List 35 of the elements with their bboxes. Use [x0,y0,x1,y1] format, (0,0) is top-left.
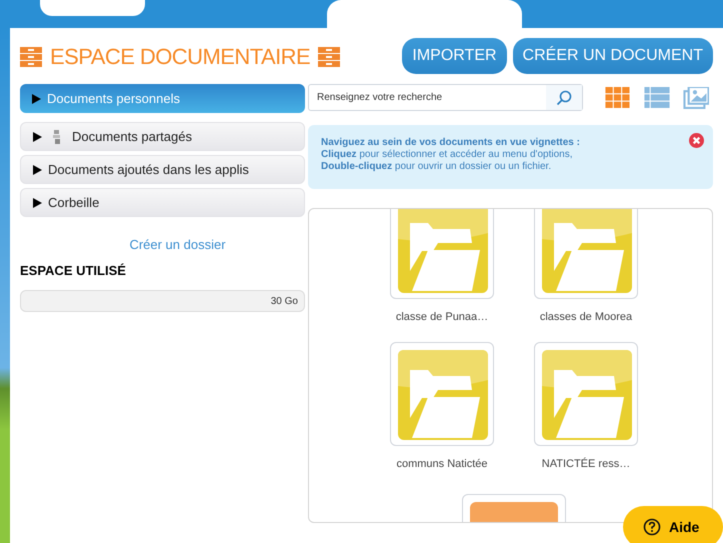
folder-thumbnail[interactable] [534,342,638,446]
folder-icon [542,350,632,440]
close-icon[interactable] [689,133,704,148]
help-button[interactable]: Aide [623,506,723,543]
info-text: Double-cliquez pour ouvrir un dossier ou un fichier. [321,161,552,173]
triangle-icon [32,94,41,104]
folder-name: NATICTÉE ress… [542,456,630,472]
info-text: Cliquez pour sélectionner et accéder au menu d'options, [321,149,572,161]
gallery-view-icon[interactable] [683,86,709,108]
search-input[interactable]: Renseignez votre recherche [309,90,546,105]
folder-name: classe de Punaa… [396,310,488,325]
info-text: Naviguez au sein de vos documents en vue vignettes : [321,137,580,149]
storage-reading: 30 Go [270,294,298,308]
sidebar-item[interactable]: Documents ajoutés dans les applis [20,155,305,184]
triangle-icon [33,164,42,174]
triangle-icon [33,198,42,208]
folder-thumbnail[interactable] [390,209,494,299]
drawers-icon [20,46,42,66]
triangle-icon [33,132,42,142]
list-view-icon[interactable] [644,86,670,108]
sidebar-item[interactable]: Documents partagés [20,122,305,151]
folder-name: classes de Moorea [540,310,632,325]
search-icon[interactable] [546,85,582,110]
page-title: ESPACE DOCUMENTAIRE [50,43,310,71]
file-thumbnail[interactable] [462,494,566,522]
help-icon [643,518,661,536]
drawers-icon [318,46,340,66]
search-field[interactable]: Renseignez votre recherche [308,84,583,111]
storage-heading: ESPACE UTILISÉ [20,262,127,280]
grid-view-icon[interactable] [605,86,631,108]
sidebar-item[interactable]: Corbeille [20,188,305,217]
folder-thumbnail[interactable] [390,342,494,446]
folder-name: communs Natictée [396,456,488,472]
folder-icon [398,350,488,440]
folder-thumbnail[interactable] [534,209,638,299]
